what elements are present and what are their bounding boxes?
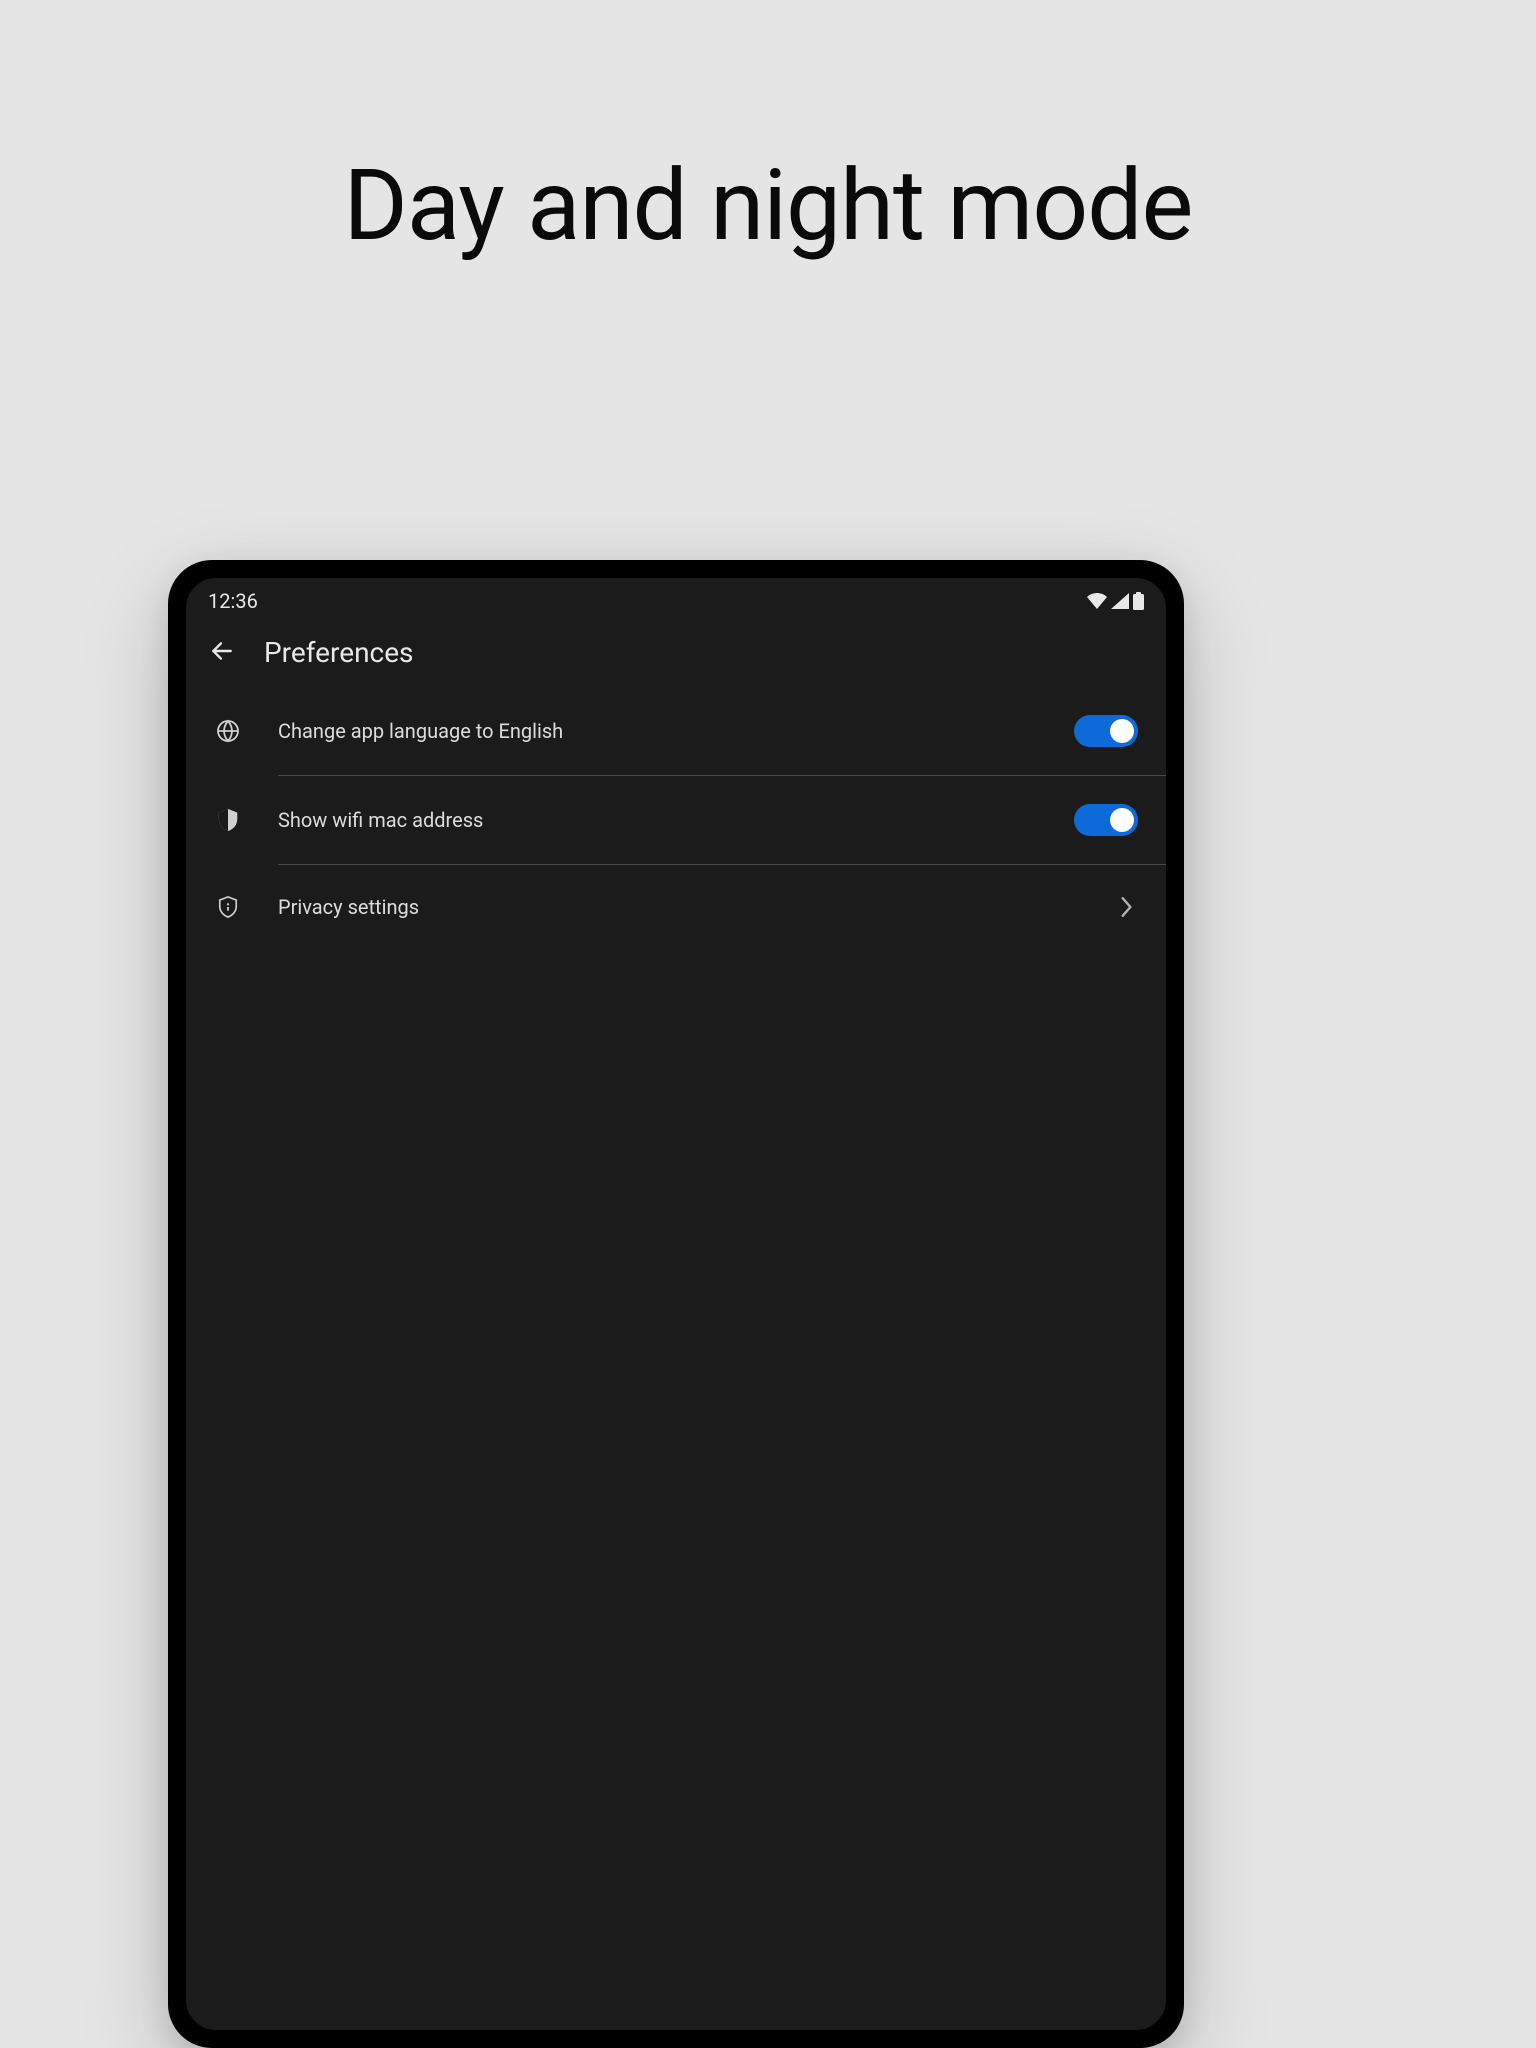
status-icons [1087,592,1144,610]
setting-label: Show wifi mac address [278,808,1074,832]
globe-icon [214,717,242,745]
arrow-left-icon [209,638,235,668]
device-screen: 12:36 Preferences [186,578,1166,2030]
language-toggle[interactable] [1074,715,1138,747]
setting-row-wifi-mac[interactable]: Show wifi mac address [186,776,1166,864]
settings-list: Change app language to English [186,687,1166,949]
back-button[interactable] [208,639,236,667]
privacy-shield-icon [214,893,242,921]
status-time: 12:36 [208,589,258,613]
setting-label: Change app language to English [278,719,1074,743]
page-title: Day and night mode [0,0,1536,263]
battery-icon [1133,592,1144,610]
setting-row-privacy[interactable]: Privacy settings [186,865,1166,949]
toggle-knob [1110,719,1134,743]
device-frame: 12:36 Preferences [168,560,1184,2048]
signal-icon [1111,593,1129,609]
wifi-icon [1087,593,1107,609]
shield-icon [214,806,242,834]
wifi-mac-toggle[interactable] [1074,804,1138,836]
toggle-knob [1110,808,1134,832]
setting-label: Privacy settings [278,895,1114,919]
status-bar: 12:36 [186,578,1166,618]
setting-row-language[interactable]: Change app language to English [186,687,1166,775]
app-bar-title: Preferences [264,636,414,669]
chevron-right-icon [1114,895,1138,919]
app-bar: Preferences [186,618,1166,687]
